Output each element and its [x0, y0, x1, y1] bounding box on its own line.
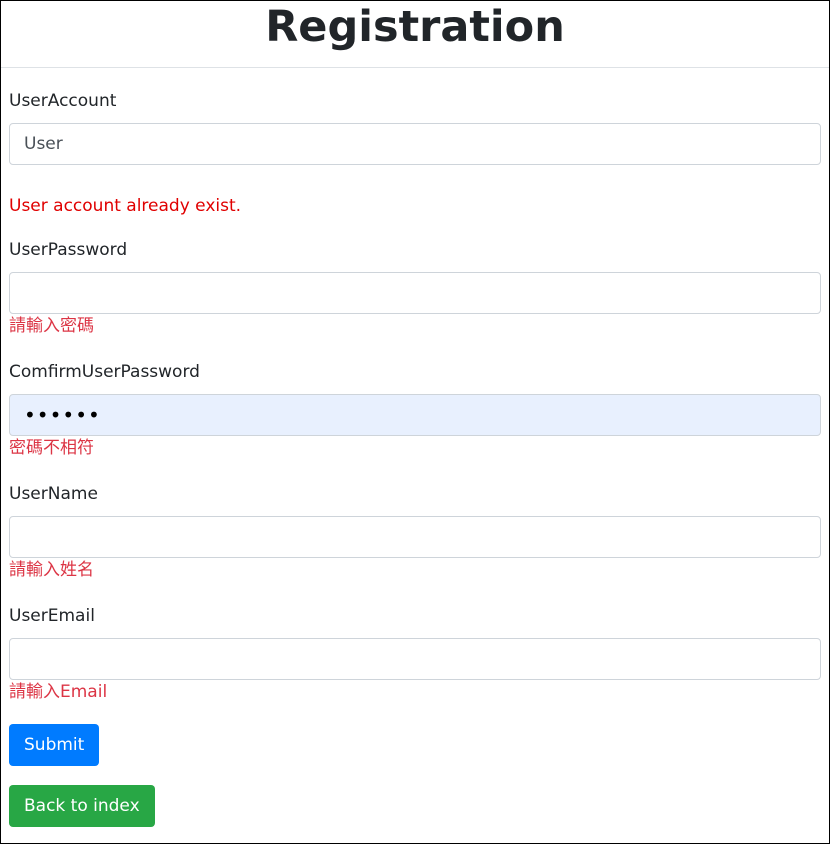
page-title: Registration	[1, 1, 829, 68]
confirm-password-label: ComfirmUserPassword	[9, 362, 200, 382]
user-account-error: User account already exist.	[9, 196, 242, 216]
user-email-label: UserEmail	[9, 606, 95, 626]
submit-button[interactable]: Submit	[9, 724, 100, 766]
user-name-input[interactable]	[9, 516, 821, 558]
user-name-label: UserName	[9, 484, 98, 504]
registration-form: UserAccount User account already exist. …	[1, 68, 829, 827]
user-account-label: UserAccount	[9, 91, 117, 111]
user-name-error: 請輸入姓名	[9, 560, 94, 580]
user-password-error: 請輸入密碼	[9, 316, 94, 336]
back-to-index-button[interactable]: Back to index	[9, 785, 155, 827]
user-account-input[interactable]	[9, 123, 821, 165]
user-email-input[interactable]	[9, 638, 821, 680]
user-password-label: UserPassword	[9, 240, 128, 260]
confirm-password-input[interactable]	[9, 394, 821, 436]
user-email-error: 請輸入Email	[9, 682, 108, 702]
user-password-input[interactable]	[9, 272, 821, 314]
confirm-password-error: 密碼不相符	[9, 438, 94, 458]
